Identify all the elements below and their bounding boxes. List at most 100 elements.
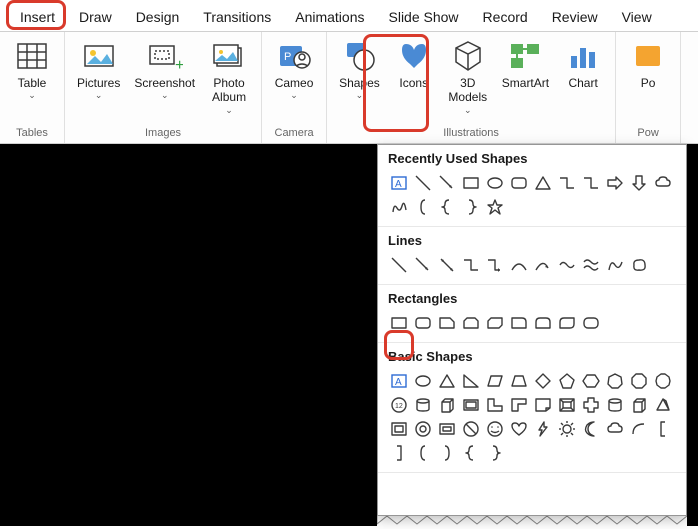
shape-heart[interactable] — [508, 418, 530, 440]
shape-curly-r[interactable] — [484, 442, 506, 464]
shape-decagon[interactable] — [652, 370, 674, 392]
shape-triangle[interactable] — [532, 172, 554, 194]
shape-elbow-arrow[interactable] — [484, 254, 506, 276]
photo-album-button[interactable]: Photo Album⌄ — [205, 36, 253, 118]
shape-line-arrow[interactable] — [436, 172, 458, 194]
shape-elbow[interactable] — [580, 172, 602, 194]
shape-diamond[interactable] — [532, 370, 554, 392]
shape-line[interactable] — [412, 172, 434, 194]
3d-models-button[interactable]: 3D Models⌄ — [444, 36, 492, 118]
shape-donut[interactable] — [412, 418, 434, 440]
icons-button[interactable]: Icons — [390, 36, 438, 92]
tab-record[interactable]: Record — [471, 5, 540, 31]
tab-animations[interactable]: Animations — [283, 5, 376, 31]
shape-round-rect[interactable] — [508, 172, 530, 194]
shape-arrow-down[interactable] — [628, 172, 650, 194]
shape-line-double[interactable] — [436, 254, 458, 276]
shape-can[interactable] — [604, 394, 626, 416]
shape-line-arrow[interactable] — [412, 254, 434, 276]
shape-trapezoid[interactable] — [508, 370, 530, 392]
shape-pentagon[interactable] — [556, 370, 578, 392]
shape-elbow[interactable] — [460, 254, 482, 276]
shape-sun[interactable] — [556, 418, 578, 440]
shape-connector[interactable] — [556, 172, 578, 194]
tab-design[interactable]: Design — [124, 5, 192, 31]
shape-frame[interactable] — [388, 418, 410, 440]
shape-lightning[interactable] — [532, 418, 554, 440]
shape-arrow-right[interactable] — [604, 172, 626, 194]
shape-blob[interactable] — [628, 254, 650, 276]
shape-cloud[interactable] — [652, 172, 674, 194]
shape-smiley[interactable] — [484, 418, 506, 440]
shape-bracket-r[interactable] — [388, 442, 410, 464]
shape-round-rect[interactable] — [412, 312, 434, 334]
shape-brace-l[interactable] — [412, 442, 434, 464]
shape-block[interactable] — [436, 418, 458, 440]
po-button[interactable]: Po — [624, 36, 672, 92]
shape-round1[interactable] — [508, 312, 530, 334]
tab-review[interactable]: Review — [540, 5, 610, 31]
tab-slideshow[interactable]: Slide Show — [377, 5, 471, 31]
shape-no[interactable] — [460, 418, 482, 440]
shape-snip-diag[interactable] — [484, 312, 506, 334]
shape-scribble[interactable] — [388, 196, 410, 218]
pictures-button[interactable]: Pictures⌄ — [73, 36, 124, 103]
shape-curve-arrow[interactable] — [532, 254, 554, 276]
shape-triangle[interactable] — [436, 370, 458, 392]
shape-round-all[interactable] — [580, 312, 602, 334]
shape-oval[interactable] — [484, 172, 506, 194]
tab-view[interactable]: View — [610, 5, 664, 31]
shape-curly-l[interactable] — [460, 442, 482, 464]
shape-bevel[interactable] — [460, 394, 482, 416]
cameo-button[interactable]: PCameo⌄ — [270, 36, 318, 103]
shape-rtriangle[interactable] — [460, 370, 482, 392]
shape-arc[interactable] — [628, 418, 650, 440]
shape-curly-l[interactable] — [436, 196, 458, 218]
shape-line[interactable] — [388, 254, 410, 276]
shape-round-diag[interactable] — [556, 312, 578, 334]
shape-moon[interactable] — [580, 418, 602, 440]
shape-cloud[interactable] — [604, 418, 626, 440]
shape-rect[interactable] — [460, 172, 482, 194]
chevron-down-icon: ⌄ — [356, 90, 364, 101]
shape-heptagon[interactable] — [604, 370, 626, 392]
shape-cylinder[interactable] — [412, 394, 434, 416]
chart-icon — [565, 38, 601, 74]
shape-curve[interactable] — [508, 254, 530, 276]
shape-hexagon[interactable] — [580, 370, 602, 392]
shape-cube2[interactable] — [628, 394, 650, 416]
shape-parallelogram[interactable] — [484, 370, 506, 392]
shapes-button[interactable]: Shapes⌄ — [335, 36, 384, 103]
shape-frame2[interactable] — [556, 394, 578, 416]
shape-cube[interactable] — [436, 394, 458, 416]
smartart-button[interactable]: SmartArt — [498, 36, 553, 92]
shape-rect[interactable] — [388, 312, 410, 334]
tab-transitions[interactable]: Transitions — [191, 5, 283, 31]
shape-circle12[interactable]: 12 — [388, 394, 410, 416]
shape-snip2[interactable] — [460, 312, 482, 334]
shape-bracket-l[interactable] — [652, 418, 674, 440]
table-button[interactable]: Table⌄ — [8, 36, 56, 103]
screenshot-button[interactable]: +Screenshot⌄ — [130, 36, 199, 103]
shape-star[interactable] — [484, 196, 506, 218]
shape-wave[interactable] — [556, 254, 578, 276]
shape-textbox[interactable]: A — [388, 172, 410, 194]
tab-insert[interactable]: Insert — [8, 5, 67, 31]
shape-plus[interactable] — [580, 394, 602, 416]
shape-freeform[interactable] — [604, 254, 626, 276]
shape-brace-l[interactable] — [412, 196, 434, 218]
shape-oval[interactable] — [412, 370, 434, 392]
shape-prism[interactable] — [652, 394, 674, 416]
shape-wave2[interactable] — [580, 254, 602, 276]
shape-textbox[interactable]: A — [388, 370, 410, 392]
shape-snip1[interactable] — [436, 312, 458, 334]
chart-button[interactable]: Chart — [559, 36, 607, 92]
shape-curly-r[interactable] — [460, 196, 482, 218]
shape-octagon[interactable] — [628, 370, 650, 392]
shape-lshape[interactable] — [484, 394, 506, 416]
shape-brace-r[interactable] — [436, 442, 458, 464]
shape-round2[interactable] — [532, 312, 554, 334]
shape-lshape2[interactable] — [508, 394, 530, 416]
shape-folded[interactable] — [532, 394, 554, 416]
tab-draw[interactable]: Draw — [67, 5, 124, 31]
